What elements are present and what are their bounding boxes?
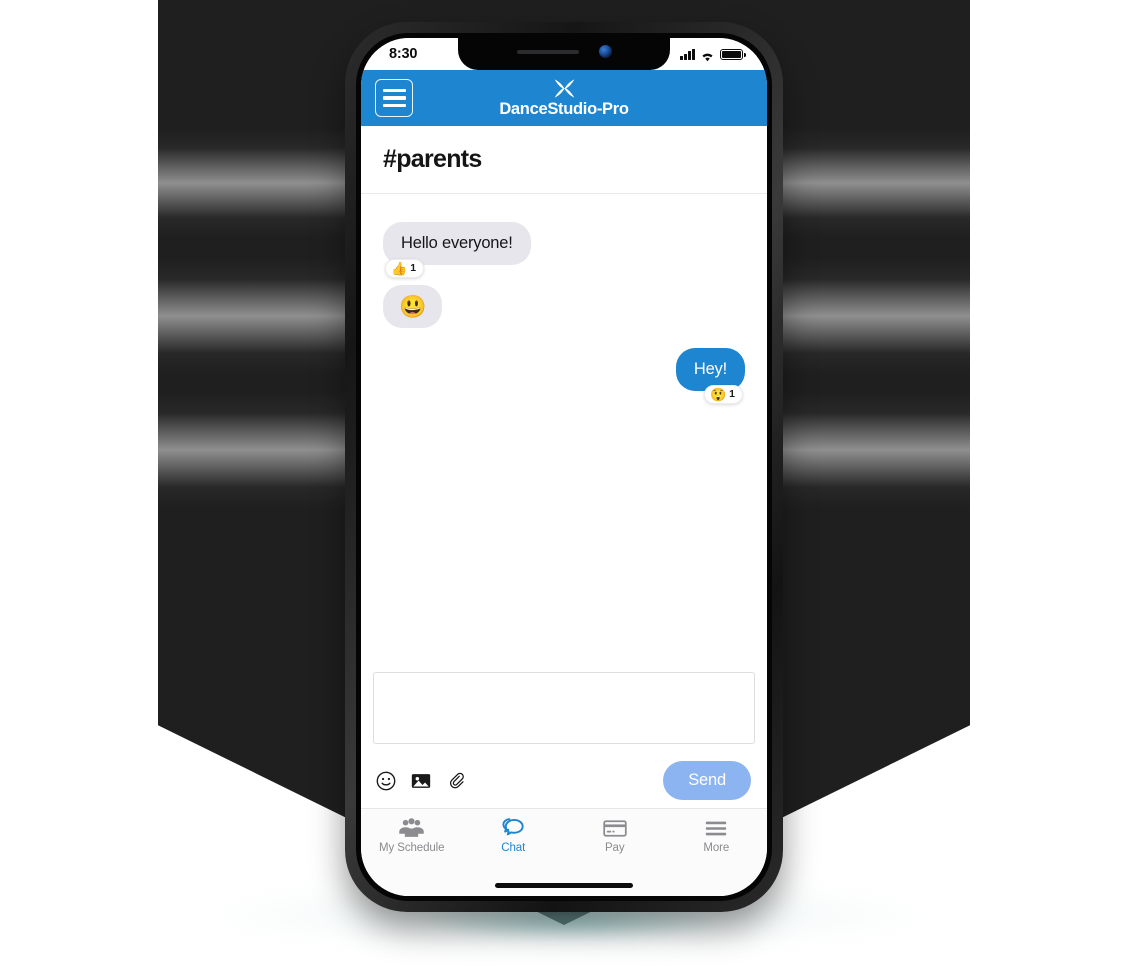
nav-item-label: My Schedule xyxy=(379,842,445,854)
emoji-picker-icon[interactable] xyxy=(375,770,397,792)
message-reaction-badge[interactable]: 👍 1 xyxy=(385,258,425,278)
screenshot-stage: 8:30 DanceStudio-Pro #parents Hello ever… xyxy=(0,0,1128,968)
nav-item-more[interactable]: More xyxy=(666,817,768,854)
thumbs-up-emoji: 👍 xyxy=(391,260,408,276)
home-indicator-bar[interactable] xyxy=(495,882,633,888)
nav-item-my-schedule[interactable]: My Schedule xyxy=(361,817,463,854)
message-composer: Send xyxy=(361,662,767,808)
dancestudio-x-logo-icon xyxy=(554,79,574,98)
phone-screen: 8:30 DanceStudio-Pro #parents Hello ever… xyxy=(361,38,767,896)
message-row: 😃 xyxy=(383,284,745,328)
hamburger-more-icon xyxy=(704,817,728,839)
wifi-icon xyxy=(700,49,715,61)
nav-item-label: More xyxy=(703,842,730,854)
app-brand: DanceStudio-Pro xyxy=(361,70,767,126)
status-indicators xyxy=(680,48,746,61)
phone-notch xyxy=(458,38,670,70)
battery-fill xyxy=(722,50,741,58)
surprised-face-emoji: 😲 xyxy=(709,386,727,402)
message-reaction-badge[interactable]: 😲 1 xyxy=(703,384,743,404)
bottom-nav: My Schedule Chat Pay More xyxy=(361,808,767,874)
send-button[interactable]: Send xyxy=(663,761,751,800)
earpiece-speaker-icon xyxy=(516,49,579,54)
reaction-count: 1 xyxy=(729,387,735,400)
nav-item-label: Pay xyxy=(604,842,625,854)
channel-title: #parents xyxy=(383,145,482,173)
composer-toolbar: Send xyxy=(373,761,755,800)
channel-bar: #parents xyxy=(361,126,767,194)
message-bubble[interactable]: 😃 xyxy=(383,284,443,328)
nav-item-chat[interactable]: Chat xyxy=(463,817,565,854)
image-attach-icon[interactable] xyxy=(410,770,432,792)
credit-card-icon xyxy=(603,817,627,839)
app-header: DanceStudio-Pro xyxy=(361,70,767,126)
phone-device: 8:30 DanceStudio-Pro #parents Hello ever… xyxy=(345,22,783,912)
message-row: Hello everyone! 👍 1 xyxy=(383,222,745,278)
message-bubble-wrapper: Hey! 😲 1 xyxy=(675,347,745,404)
reaction-count: 1 xyxy=(410,261,417,274)
battery-icon xyxy=(720,48,746,60)
nav-item-label: Chat xyxy=(501,842,526,854)
file-attach-icon[interactable] xyxy=(445,770,467,792)
people-group-icon xyxy=(398,817,425,839)
message-bubble-wrapper: Hello everyone! 👍 1 xyxy=(383,222,531,278)
nav-item-pay[interactable]: Pay xyxy=(564,817,666,854)
app-brand-name: DanceStudio-Pro xyxy=(499,100,629,119)
chat-bubbles-icon xyxy=(501,817,526,839)
front-camera-icon xyxy=(598,45,612,58)
message-input[interactable] xyxy=(373,672,755,744)
home-indicator-area xyxy=(361,874,767,896)
hamburger-menu-icon[interactable] xyxy=(375,79,413,117)
message-list[interactable]: Hello everyone! 👍 1 😃 Hey! 😲 1 xyxy=(361,194,767,662)
phone-bezel: 8:30 DanceStudio-Pro #parents Hello ever… xyxy=(356,33,772,901)
message-bubble-wrapper: 😃 xyxy=(383,284,443,328)
status-time: 8:30 xyxy=(389,46,418,62)
message-row: Hey! 😲 1 xyxy=(383,347,745,404)
signal-bars-icon xyxy=(680,48,695,60)
